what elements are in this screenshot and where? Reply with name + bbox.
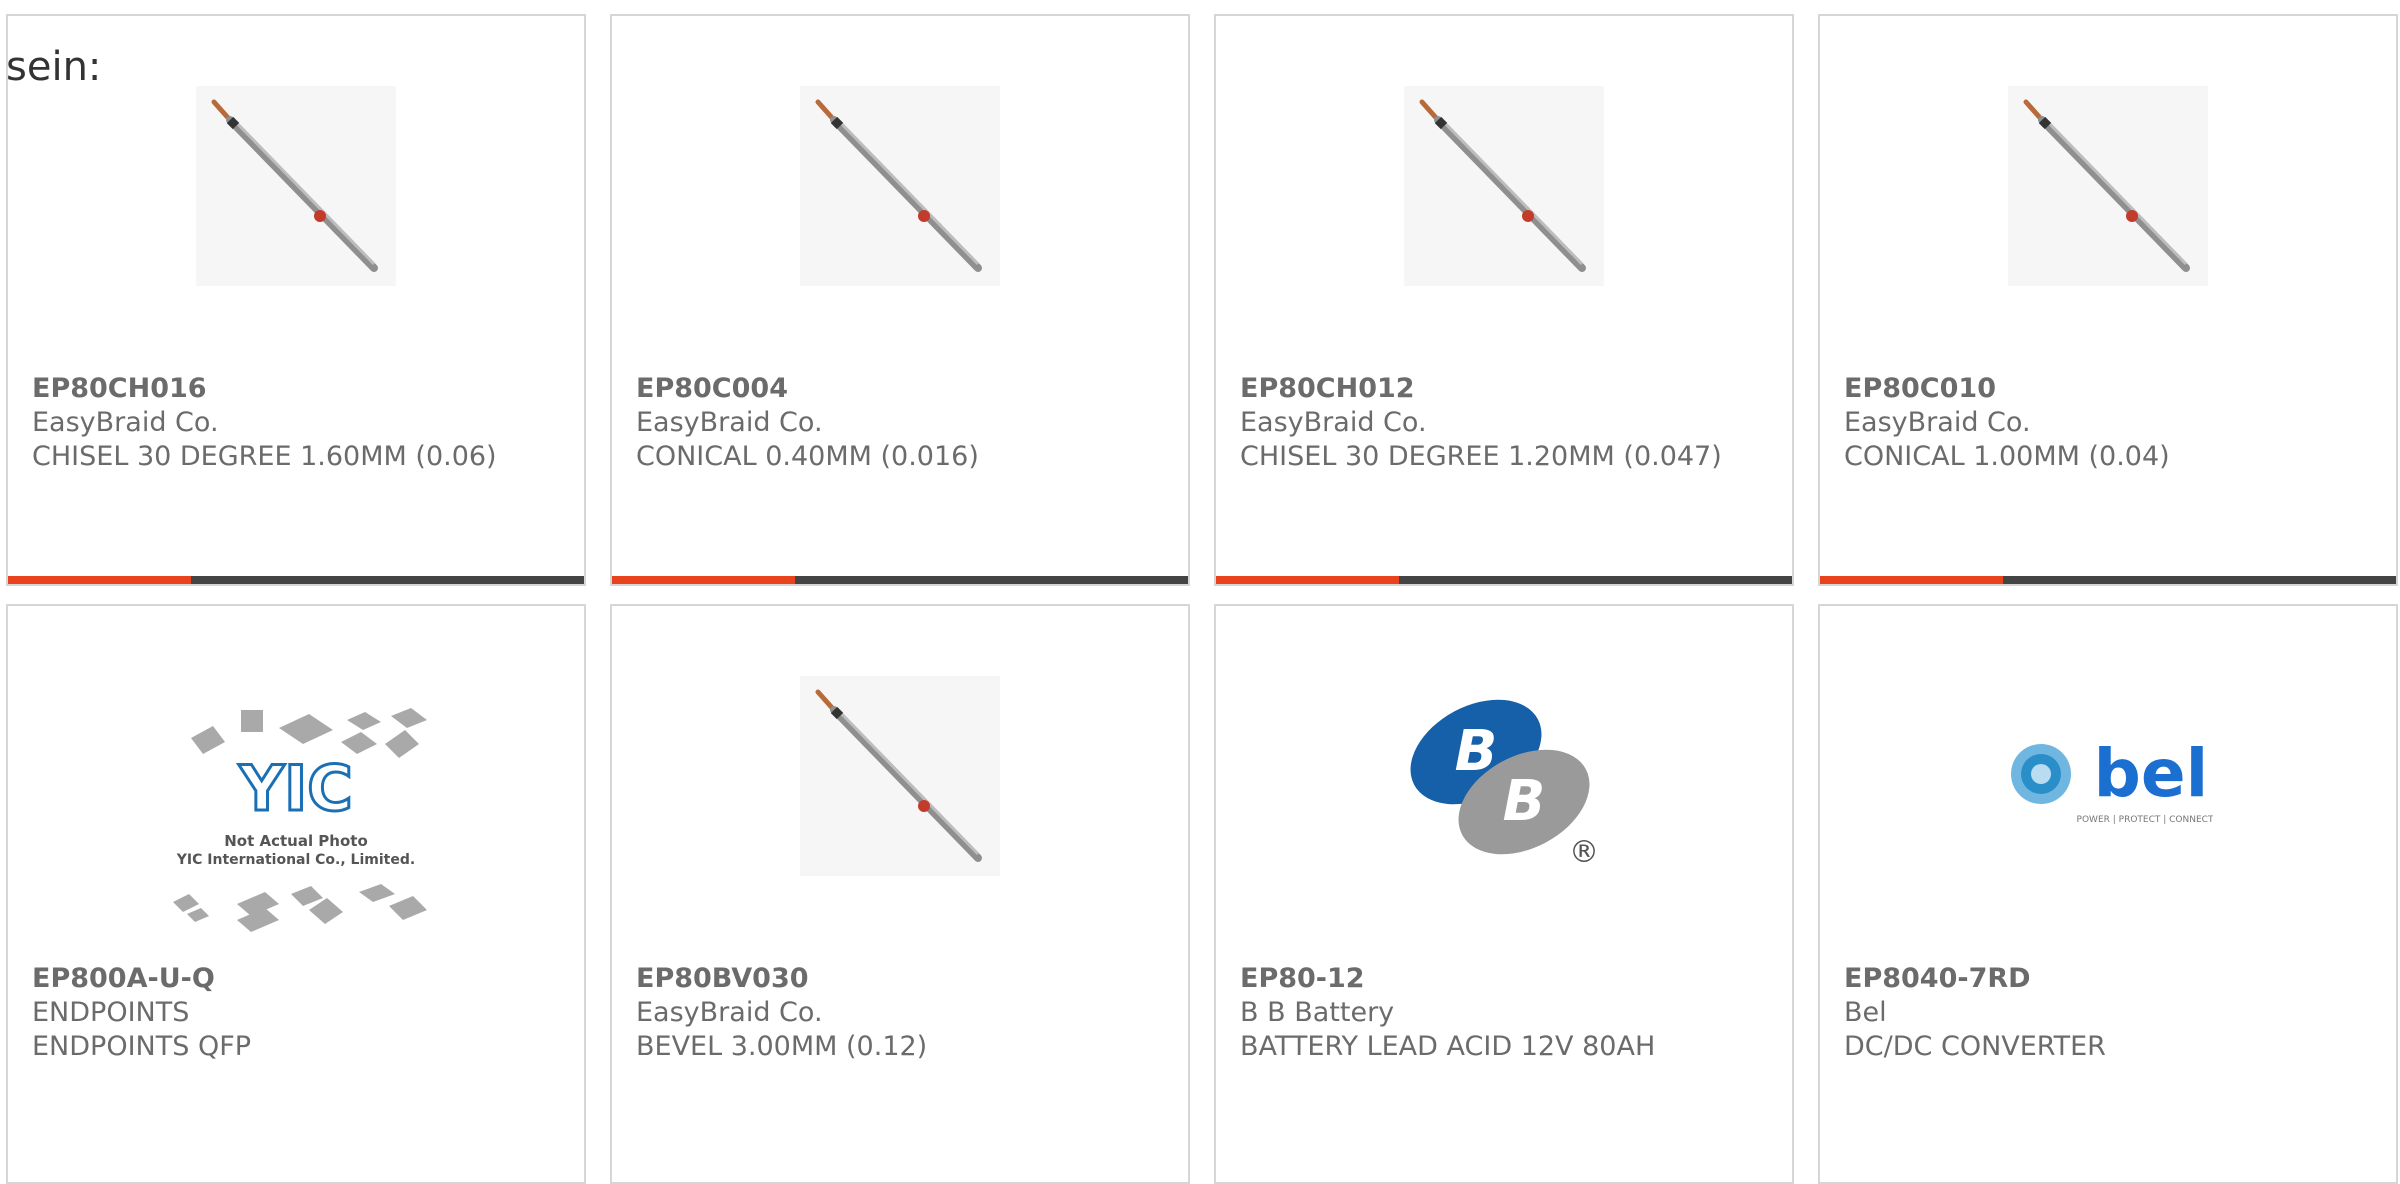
product-info: EP80CH016 EasyBraid Co. CHISEL 30 DEGREE…: [32, 360, 564, 474]
product-image[interactable]: [1820, 16, 2396, 356]
manufacturer: B B Battery: [1240, 997, 1395, 1028]
product-image[interactable]: YIC Not Actual Photo YIC International C…: [8, 606, 584, 946]
product-card[interactable]: YIC Not Actual Photo YIC International C…: [6, 604, 586, 1184]
product-info: EP80-12 B B Battery BATTERY LEAD ACID 12…: [1240, 950, 1772, 1064]
card-bar-accent: [1820, 576, 2003, 584]
yic-placeholder-icon: YIC Not Actual Photo YIC International C…: [173, 708, 427, 932]
card-bar-accent: [8, 576, 191, 584]
product-card[interactable]: EP80BV030 EasyBraid Co. BEVEL 3.00MM (0.…: [610, 604, 1190, 1184]
description: DC/DC CONVERTER: [1844, 1031, 2106, 1062]
placeholder-line-1: Not Actual Photo: [224, 832, 368, 850]
manufacturer: EasyBraid Co.: [636, 407, 823, 438]
product-image[interactable]: [612, 16, 1188, 356]
manufacturer: Bel: [1844, 997, 1887, 1028]
product-info: EP80C010 EasyBraid Co. CONICAL 1.00MM (0…: [1844, 360, 2376, 474]
product-image[interactable]: [612, 606, 1188, 946]
product-image[interactable]: bel POWER | PROTECT | CONNECT: [1820, 606, 2396, 946]
product-info: EP800A-U-Q ENDPOINTS ENDPOINTS QFP: [32, 950, 564, 1064]
product-card[interactable]: EP80CH012 EasyBraid Co. CHISEL 30 DEGREE…: [1214, 14, 1794, 586]
soldering-tip-icon: [196, 86, 396, 286]
card-bar: [1820, 576, 2396, 584]
product-card[interactable]: EP80C004 EasyBraid Co. CONICAL 0.40MM (0…: [610, 14, 1190, 586]
yic-logo: YIC: [238, 752, 352, 825]
registered-mark: ®: [1569, 835, 1599, 870]
product-card[interactable]: bel POWER | PROTECT | CONNECT EP8040-7RD…: [1818, 604, 2398, 1184]
bel-tagline: POWER | PROTECT | CONNECT: [2077, 815, 2213, 825]
part-number[interactable]: EP80C010: [1844, 372, 2376, 406]
card-bar: [1216, 576, 1792, 584]
description: CONICAL 1.00MM (0.04): [1844, 441, 2170, 472]
card-bar: [8, 576, 584, 584]
product-card[interactable]: EP80CH016 EasyBraid Co. CHISEL 30 DEGREE…: [6, 14, 586, 586]
part-number[interactable]: EP80-12: [1240, 962, 1772, 996]
description: ENDPOINTS QFP: [32, 1031, 252, 1062]
bb-letter-2: B: [1503, 769, 1546, 834]
bb-letter-1: B: [1455, 719, 1498, 784]
placeholder-line-2: YIC International Co., Limited.: [176, 852, 415, 868]
part-number[interactable]: EP80C004: [636, 372, 1168, 406]
description: CONICAL 0.40MM (0.016): [636, 441, 979, 472]
product-image[interactable]: [1216, 16, 1792, 356]
manufacturer: EasyBraid Co.: [1240, 407, 1427, 438]
manufacturer: EasyBraid Co.: [636, 997, 823, 1028]
description: CHISEL 30 DEGREE 1.20MM (0.047): [1240, 441, 1722, 472]
bel-logo-icon: bel POWER | PROTECT | CONNECT: [2011, 735, 2213, 825]
part-number[interactable]: EP8040-7RD: [1844, 962, 2376, 996]
card-bar: [612, 576, 1188, 584]
part-number[interactable]: EP80BV030: [636, 962, 1168, 996]
page-fragment-text: sein:: [6, 44, 102, 90]
soldering-tip-icon: [1404, 86, 1604, 286]
card-bar-accent: [612, 576, 795, 584]
soldering-tip-icon: [800, 676, 1000, 876]
product-card[interactable]: B B ® EP80-12 B B Battery BATTERY LEAD A…: [1214, 604, 1794, 1184]
product-image[interactable]: B B ®: [1216, 606, 1792, 946]
soldering-tip-icon: [800, 86, 1000, 286]
card-bar-accent: [1216, 576, 1399, 584]
part-number[interactable]: EP80CH012: [1240, 372, 1772, 406]
product-info: EP80BV030 EasyBraid Co. BEVEL 3.00MM (0.…: [636, 950, 1168, 1064]
description: BATTERY LEAD ACID 12V 80AH: [1240, 1031, 1656, 1062]
product-info: EP8040-7RD Bel DC/DC CONVERTER: [1844, 950, 2376, 1064]
product-grid: EP80CH016 EasyBraid Co. CHISEL 30 DEGREE…: [0, 0, 2400, 1184]
product-info: EP80CH012 EasyBraid Co. CHISEL 30 DEGREE…: [1240, 360, 1772, 474]
manufacturer: ENDPOINTS: [32, 997, 190, 1028]
part-number[interactable]: EP80CH016: [32, 372, 564, 406]
product-info: EP80C004 EasyBraid Co. CONICAL 0.40MM (0…: [636, 360, 1168, 474]
manufacturer: EasyBraid Co.: [32, 407, 219, 438]
description: BEVEL 3.00MM (0.12): [636, 1031, 928, 1062]
product-card[interactable]: EP80C010 EasyBraid Co. CONICAL 1.00MM (0…: [1818, 14, 2398, 586]
manufacturer: EasyBraid Co.: [1844, 407, 2031, 438]
part-number[interactable]: EP800A-U-Q: [32, 962, 564, 996]
bel-wordmark: bel: [2094, 735, 2209, 812]
bb-battery-logo-icon: B B ®: [1410, 699, 1599, 870]
description: CHISEL 30 DEGREE 1.60MM (0.06): [32, 441, 497, 472]
soldering-tip-icon: [2008, 86, 2208, 286]
